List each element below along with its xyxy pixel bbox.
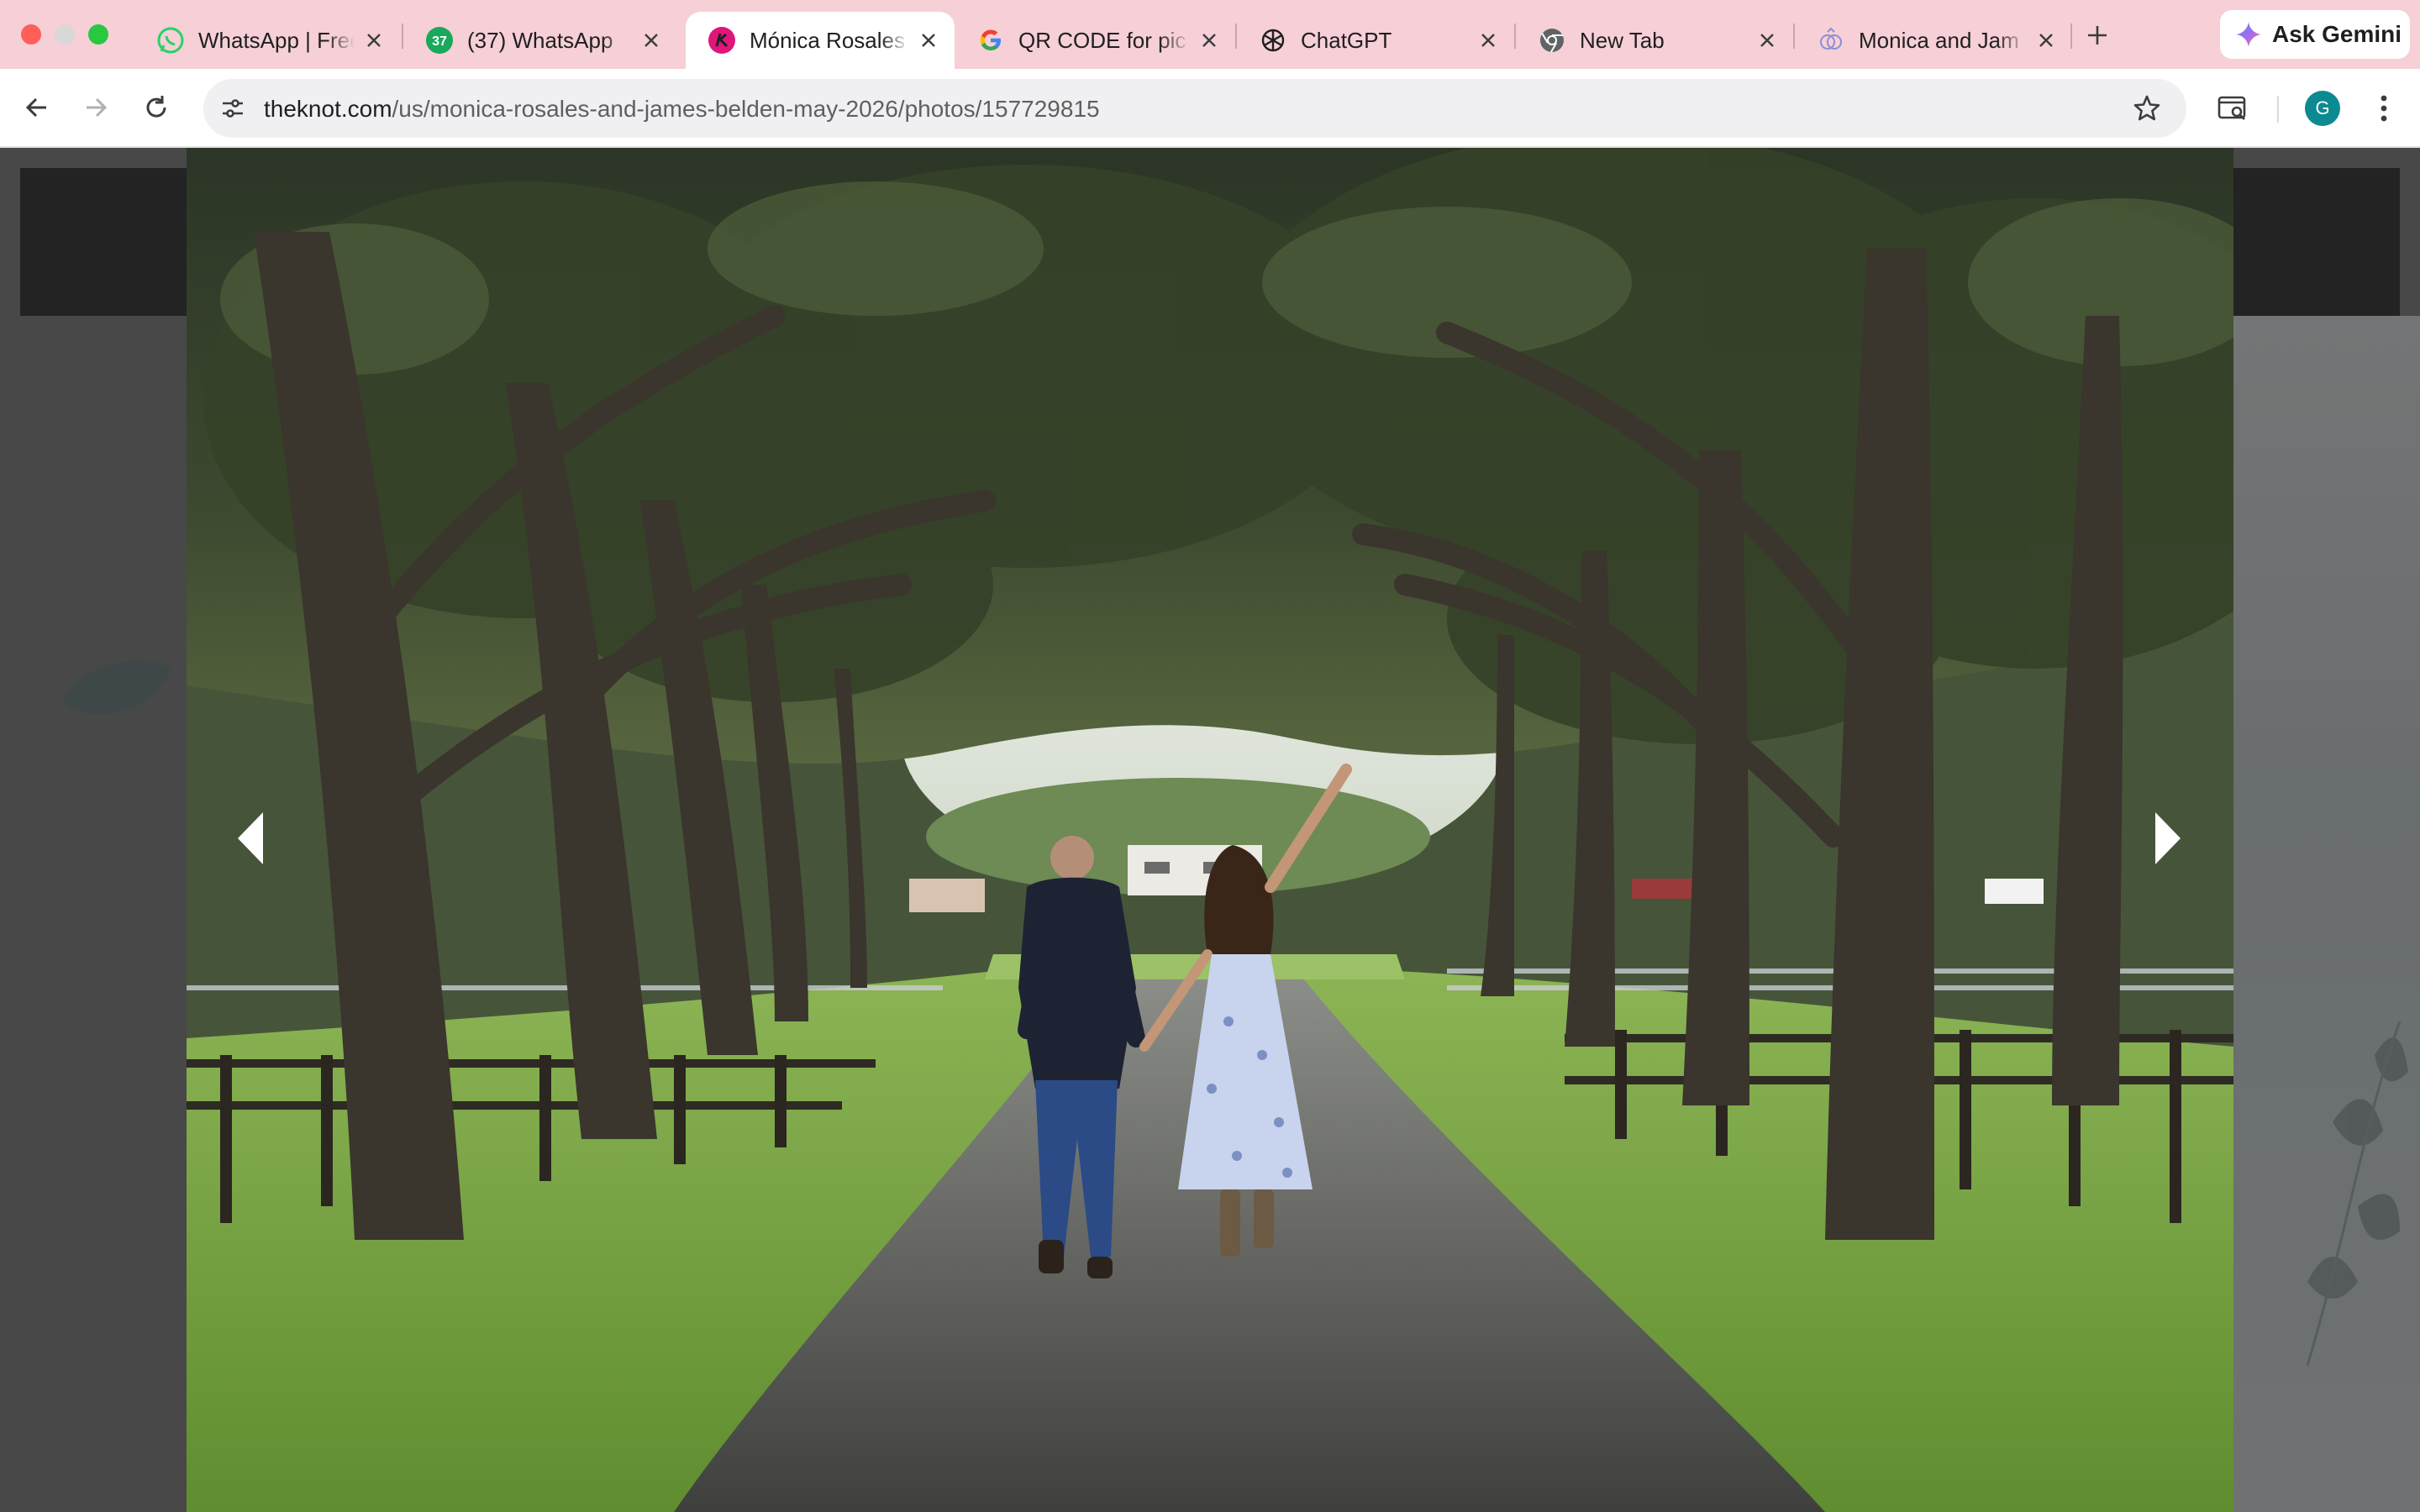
close-icon[interactable] — [637, 26, 666, 55]
url-host: theknot.com — [264, 96, 392, 122]
ask-gemini-label: Ask Gemini — [2272, 21, 2402, 47]
tab-title: QR CODE for pic — [1018, 27, 1186, 53]
tab-title: Mónica Rosales & — [750, 27, 909, 53]
close-icon[interactable] — [1195, 26, 1223, 55]
leaf-decoration — [54, 652, 180, 727]
tab-search-button[interactable] — [2213, 89, 2252, 128]
toolbar-divider — [2277, 96, 2279, 123]
arrow-left-icon — [25, 97, 46, 118]
background-header-strip — [2232, 168, 2400, 316]
reload-icon — [146, 96, 166, 118]
close-icon[interactable] — [360, 26, 388, 55]
back-button[interactable] — [17, 87, 57, 128]
tab-search-icon — [2217, 96, 2246, 120]
close-icon[interactable] — [1474, 26, 1502, 55]
ask-gemini-button[interactable]: Ask Gemini — [2220, 10, 2410, 59]
tab-monica-and-james[interactable]: Monica and Jam — [1795, 12, 2072, 69]
window-close-button[interactable] — [21, 24, 41, 45]
site-info-icon[interactable] — [215, 91, 250, 126]
floral-decoration — [2232, 316, 2420, 1512]
tab-whatsapp-web[interactable]: WhatsApp | Free — [134, 12, 400, 69]
arrow-right-icon — [87, 97, 108, 118]
reload-button[interactable] — [136, 87, 176, 128]
tab-separator — [2070, 24, 2072, 49]
next-photo-button[interactable] — [2139, 796, 2198, 880]
address-bar[interactable]: theknot.com/us/monica-rosales-and-james-… — [203, 79, 2186, 138]
tab-new-tab[interactable]: New Tab — [1516, 12, 1793, 69]
bookmark-star-icon[interactable] — [2131, 92, 2163, 124]
gemini-sparkle-icon — [2236, 22, 2261, 47]
browser-menu-button[interactable] — [2365, 89, 2403, 128]
tab-title: WhatsApp | Free — [198, 27, 355, 53]
whatsapp-badge-icon: 37 — [425, 26, 454, 55]
chevron-right-icon — [2155, 812, 2181, 864]
photo-viewer-overlay — [0, 148, 2420, 1512]
tab-whatsapp[interactable]: 37 (37) WhatsApp — [403, 12, 677, 69]
url-path: /us/monica-rosales-and-james-belden-may-… — [392, 96, 1100, 122]
url-text[interactable]: theknot.com/us/monica-rosales-and-james-… — [264, 96, 1100, 123]
theknot-icon — [708, 26, 736, 55]
tab-title: New Tab — [1580, 27, 1665, 53]
tab-qr-code[interactable]: QR CODE for pic — [955, 12, 1235, 69]
new-tab-button[interactable] — [2081, 18, 2114, 52]
kebab-menu-icon — [2381, 95, 2387, 122]
chevron-left-icon — [238, 812, 263, 864]
profile-avatar[interactable]: G — [2305, 91, 2340, 126]
photo-illustration — [187, 148, 2233, 1512]
engagement-photo — [187, 148, 2233, 1512]
background-header-strip — [20, 168, 188, 316]
close-icon[interactable] — [1753, 26, 1781, 55]
tab-title: ChatGPT — [1301, 27, 1392, 53]
gemini-tab-icon — [1817, 26, 1845, 55]
tab-title: Monica and Jam — [1859, 27, 2019, 53]
chatgpt-icon — [1259, 26, 1287, 55]
window-zoom-button[interactable] — [88, 24, 108, 45]
svg-text:37: 37 — [432, 34, 447, 49]
whatsapp-icon — [156, 26, 185, 55]
plus-icon — [2088, 26, 2107, 45]
browser-toolbar: theknot.com/us/monica-rosales-and-james-… — [0, 69, 2420, 148]
previous-photo-button[interactable] — [220, 796, 279, 880]
close-icon[interactable] — [914, 26, 943, 55]
forward-button[interactable] — [76, 87, 116, 128]
chrome-icon — [1538, 26, 1566, 55]
tab-strip: WhatsApp | Free 37 (37) WhatsApp Mónica … — [0, 0, 2420, 69]
tab-title: (37) WhatsApp — [467, 27, 613, 53]
window-minimize-button[interactable] — [55, 24, 75, 45]
close-icon[interactable] — [2032, 26, 2060, 55]
tab-chatgpt[interactable]: ChatGPT — [1237, 12, 1514, 69]
google-icon — [976, 26, 1005, 55]
tab-monica-rosales[interactable]: Mónica Rosales & — [686, 12, 955, 69]
